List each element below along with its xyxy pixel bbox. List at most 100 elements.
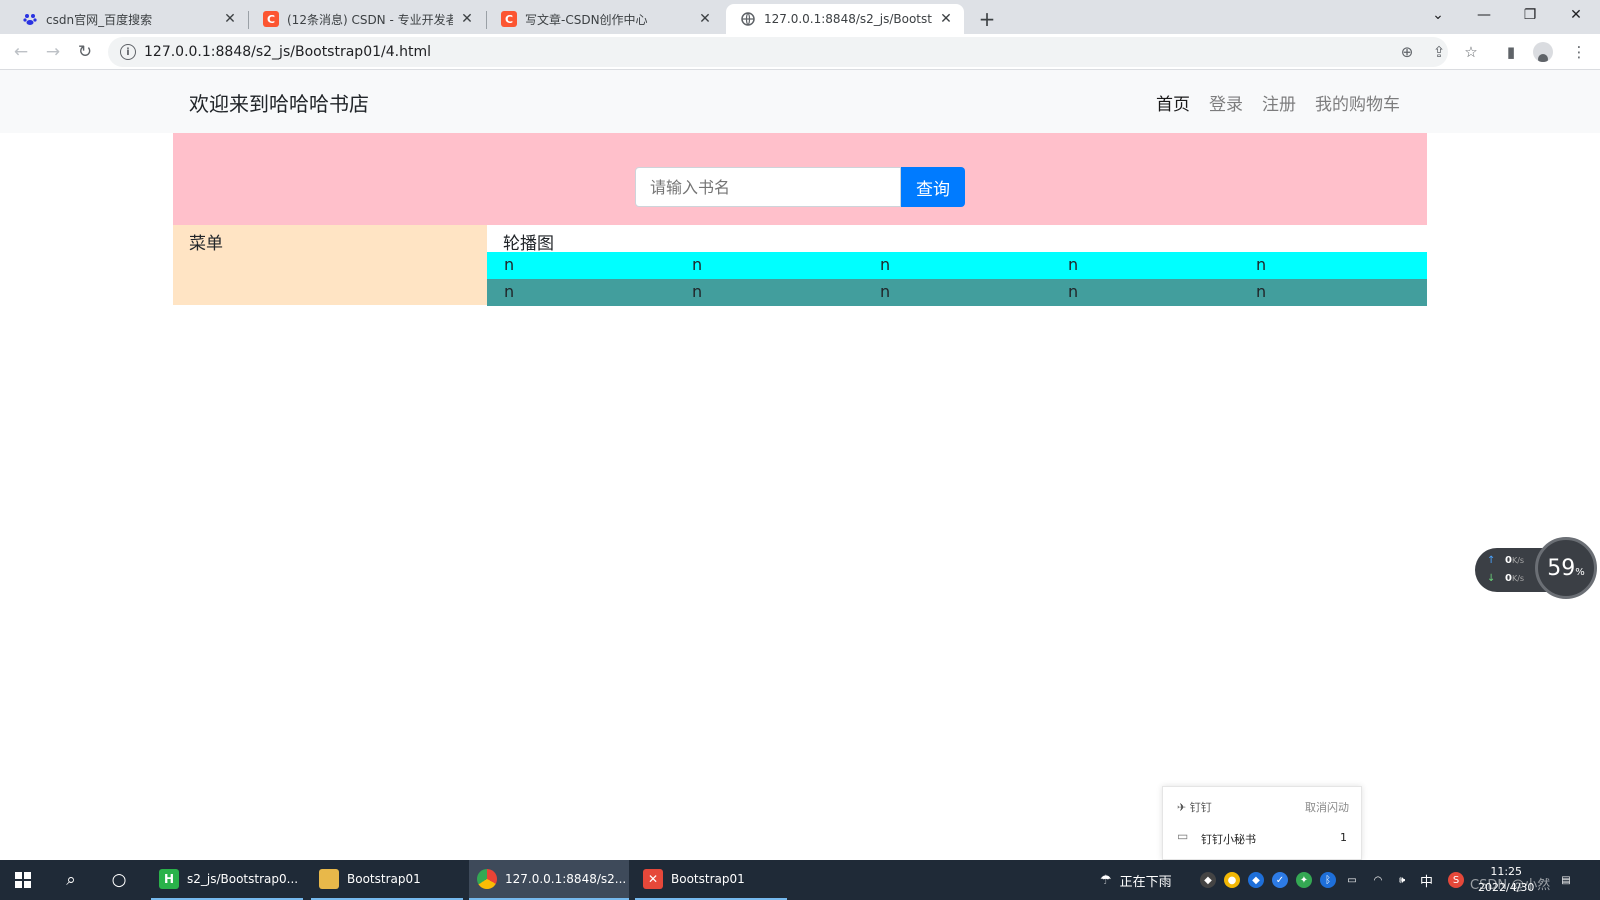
stop-flashing-link[interactable]: 取消闪动: [1305, 799, 1349, 815]
minimize-button[interactable]: —: [1461, 0, 1507, 30]
browser-tabstrip: csdn官网_百度搜索 ✕ C (12条消息) CSDN - 专业开发者社 ✕ …: [0, 0, 1600, 34]
menu-label: 菜单: [189, 234, 223, 254]
taskbar-app-chrome[interactable]: 127.0.0.1:8848/s2...: [469, 860, 629, 900]
bluetooth-icon[interactable]: ᛒ: [1320, 872, 1336, 888]
tab-title: (12条消息) CSDN - 专业开发者社: [287, 12, 453, 27]
battery-icon[interactable]: ▭: [1344, 872, 1360, 888]
search-section: 查询: [173, 133, 1427, 225]
tab-search-icon[interactable]: ⌄: [1415, 0, 1461, 30]
security-icon[interactable]: ◆: [1200, 872, 1216, 888]
row-cell: n: [1068, 282, 1079, 301]
back-icon[interactable]: ←: [8, 39, 34, 65]
nav-login[interactable]: 登录: [1209, 90, 1243, 115]
notification-count: 1: [1340, 831, 1347, 844]
shield-tray-icon[interactable]: ◆: [1248, 872, 1264, 888]
address-bar[interactable]: i 127.0.0.1:8848/s2_js/Bootstrap01/4.htm…: [108, 37, 1448, 67]
tab-title: 写文章-CSDN创作中心: [525, 12, 648, 27]
notification-app-name: ✈ 钉钉: [1177, 801, 1212, 814]
row-cell: n: [692, 255, 703, 274]
url-text: 127.0.0.1:8848/s2_js/Bootstrap01/4.html: [144, 44, 431, 60]
search-button[interactable]: 查询: [901, 167, 965, 207]
content-row-cyan: n n n n n: [487, 252, 1427, 279]
nav-home[interactable]: 首页: [1156, 90, 1190, 115]
gauge-unit: %: [1575, 566, 1585, 578]
taskbar-app-xmind[interactable]: ✕ Bootstrap01: [635, 860, 787, 900]
site-navbar: 欢迎来到哈哈哈书店 首页 登录 注册 我的购物车: [0, 70, 1600, 133]
site-info-icon[interactable]: i: [120, 44, 136, 60]
chat-icon: ▭: [1177, 829, 1189, 843]
window-close-button[interactable]: ✕: [1553, 0, 1599, 30]
book-search-input[interactable]: [635, 167, 901, 207]
download-arrow-icon: ↓: [1487, 573, 1496, 584]
chrome-icon: [477, 869, 497, 889]
hbuilder-icon: H: [159, 869, 179, 889]
row-cell: n: [1068, 255, 1079, 274]
volume-icon[interactable]: 🕪: [1394, 872, 1410, 888]
content-row-teal: n n n n n: [487, 279, 1427, 306]
menu-kebab-icon[interactable]: ⋮: [1566, 39, 1592, 65]
row-cell: n: [880, 255, 891, 274]
colorful-tray-icon[interactable]: ✦: [1296, 872, 1312, 888]
notification-message[interactable]: 钉钉小秘书: [1201, 831, 1256, 847]
upload-arrow-icon: ↑: [1487, 555, 1496, 566]
row-cell: n: [1256, 282, 1267, 301]
baidu-icon: [22, 11, 38, 27]
nav-register[interactable]: 注册: [1262, 90, 1296, 115]
xmind-icon: ✕: [643, 869, 663, 889]
download-speed: ↓ 0K/s: [1487, 573, 1525, 584]
row-cell: n: [504, 282, 515, 301]
notification-center-icon[interactable]: ▤: [1558, 872, 1574, 888]
side-panel-icon[interactable]: ▮: [1498, 39, 1524, 65]
csdn-watermark: CSDN @小然: [1470, 878, 1551, 893]
dingtalk-notification: ✈ 钉钉 取消闪动 ▭ 钉钉小秘书 1: [1162, 786, 1362, 860]
tab-baidu[interactable]: csdn官网_百度搜索 ✕: [8, 4, 248, 34]
windows-taskbar: ⌕ ○ H s2_js/Bootstrap0... Bootstrap01 12…: [0, 860, 1600, 900]
defender-icon[interactable]: ✓: [1272, 872, 1288, 888]
close-icon[interactable]: ✕: [222, 11, 238, 27]
tab-csdn-messages[interactable]: C (12条消息) CSDN - 专业开发者社 ✕: [249, 4, 485, 34]
tab-localhost[interactable]: 127.0.0.1:8848/s2_js/Bootstrap ✕: [726, 4, 964, 34]
row-cell: n: [504, 255, 515, 274]
share-icon[interactable]: ⇪: [1426, 39, 1452, 65]
upload-speed: ↑ 0K/s: [1487, 555, 1525, 566]
dingtalk-icon: ✈: [1177, 801, 1187, 814]
wifi-icon[interactable]: ◠: [1370, 872, 1386, 888]
weather-widget[interactable]: ☂ 正在下雨: [1100, 860, 1172, 900]
new-tab-button[interactable]: +: [973, 5, 1001, 33]
menu-column: 菜单: [173, 225, 487, 305]
windows-start-icon[interactable]: [0, 860, 46, 900]
reload-icon[interactable]: ↻: [72, 39, 98, 65]
row-cell: n: [880, 282, 891, 301]
gauge-value: 59: [1547, 555, 1576, 581]
carousel-label: 轮播图: [503, 234, 554, 254]
row-cell: n: [1256, 255, 1267, 274]
cortana-icon[interactable]: ○: [96, 860, 142, 900]
csdn-icon: C: [501, 11, 517, 27]
taskbar-app-explorer[interactable]: Bootstrap01: [311, 860, 463, 900]
tab-csdn-write[interactable]: C 写文章-CSDN创作中心 ✕: [487, 4, 723, 34]
umbrella-icon: ☂: [1100, 872, 1112, 888]
close-icon[interactable]: ✕: [697, 11, 713, 27]
zoom-icon[interactable]: ⊕: [1394, 39, 1420, 65]
folder-icon: [319, 869, 339, 889]
row-cell: n: [692, 282, 703, 301]
nav-cart[interactable]: 我的购物车: [1315, 90, 1400, 115]
taskbar-app-hbuilder[interactable]: H s2_js/Bootstrap0...: [151, 860, 303, 900]
memory-gauge[interactable]: 59%: [1535, 537, 1597, 599]
app-tray-icon[interactable]: ●: [1224, 872, 1240, 888]
globe-icon: [740, 11, 756, 27]
search-icon[interactable]: ⌕: [48, 860, 94, 900]
sogou-ime-icon[interactable]: S: [1448, 872, 1464, 888]
forward-icon[interactable]: →: [40, 39, 66, 65]
restore-button[interactable]: ❐: [1507, 0, 1553, 30]
ime-indicator[interactable]: 中: [1420, 860, 1433, 900]
browser-toolbar: ← → ↻ i 127.0.0.1:8848/s2_js/Bootstrap01…: [0, 34, 1600, 70]
bookmark-star-icon[interactable]: ☆: [1458, 39, 1484, 65]
tab-title: csdn官网_百度搜索: [46, 12, 153, 27]
close-icon[interactable]: ✕: [938, 11, 954, 27]
profile-icon[interactable]: [1530, 39, 1556, 65]
site-brand[interactable]: 欢迎来到哈哈哈书店: [189, 88, 369, 117]
csdn-icon: C: [263, 11, 279, 27]
tab-title: 127.0.0.1:8848/s2_js/Bootstrap: [764, 12, 932, 26]
close-icon[interactable]: ✕: [459, 11, 475, 27]
